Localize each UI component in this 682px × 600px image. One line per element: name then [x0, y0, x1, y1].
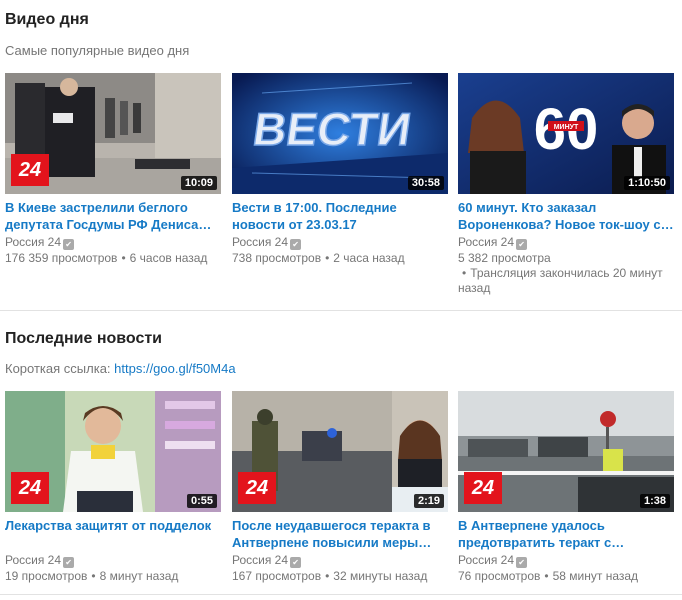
- video-thumbnail[interactable]: 24 10:09: [5, 73, 221, 194]
- dot-separator: •: [462, 266, 467, 280]
- video-thumbnail[interactable]: ВЕСТИ 30:58: [232, 73, 448, 194]
- video-card[interactable]: 24 10:09 В Киеве застрелили беглого депу…: [5, 73, 221, 266]
- video-title-link[interactable]: После неудавшегося теракта в Антверпене …: [232, 517, 448, 551]
- video-meta: 176 359 просмотров • 6 часов назад: [5, 251, 221, 266]
- channel-name-text[interactable]: Россия 24: [458, 235, 514, 249]
- channel-name-text[interactable]: Россия 24: [5, 235, 61, 249]
- video-duration: 1:38: [639, 494, 670, 508]
- check-icon: ✔: [63, 557, 75, 568]
- upload-age: 6 часов назад: [129, 251, 208, 265]
- video-title-link[interactable]: В Антверпене удалось предотвратить терак…: [458, 517, 674, 551]
- video-duration: 30:58: [407, 176, 444, 190]
- channel-name[interactable]: Россия 24 ✔: [232, 553, 448, 568]
- section-subtitle: Самые популярные видео дня: [5, 43, 190, 58]
- video-card[interactable]: 60 МИНУТ 1:10:50 60 минут. Кто заказал В…: [458, 73, 674, 296]
- video-duration: 1:10:50: [624, 176, 670, 190]
- channel-name-text[interactable]: Россия 24: [458, 553, 514, 567]
- video-duration: 10:09: [180, 176, 217, 190]
- video-card[interactable]: 24 0:55 Лекарства защитят от подделок Ро…: [5, 391, 221, 584]
- view-count: 5 382 просмотра: [458, 251, 551, 265]
- check-icon: ✔: [63, 239, 75, 250]
- channel-name[interactable]: Россия 24 ✔: [5, 235, 221, 250]
- channel-name-text[interactable]: Россия 24: [5, 553, 61, 567]
- upload-age: 58 минут назад: [552, 569, 639, 583]
- dot-separator: •: [91, 569, 96, 583]
- section-title: Видео дня: [5, 11, 89, 28]
- section-divider: [0, 594, 682, 595]
- video-card[interactable]: ВЕСТИ 30:58 Вести в 17:00. Последние нов…: [232, 73, 448, 266]
- channel-name[interactable]: Россия 24 ✔: [458, 553, 674, 568]
- video-duration: 0:55: [186, 494, 217, 508]
- dot-separator: •: [325, 569, 330, 583]
- upload-age: Трансляция закончилась 20 минут назад: [458, 266, 663, 295]
- video-thumbnail[interactable]: 24 2:19: [232, 391, 448, 512]
- dot-separator: •: [325, 251, 330, 265]
- upload-age: 8 минут назад: [99, 569, 179, 583]
- video-card[interactable]: 24 1:38 В Антверпене удалось предотврати…: [458, 391, 674, 584]
- check-icon: ✔: [516, 557, 528, 568]
- vesti-logo-text: ВЕСТИ: [250, 103, 414, 155]
- view-count: 167 просмотров: [232, 569, 322, 583]
- video-title-link[interactable]: В Киеве застрелили беглого депутата Госд…: [5, 199, 221, 233]
- video-title-link[interactable]: Лекарства защитят от подделок: [5, 517, 221, 551]
- video-thumbnail[interactable]: 24 0:55: [5, 391, 221, 512]
- video-card[interactable]: 24 2:19 После неудавшегося теракта в Ант…: [232, 391, 448, 584]
- minutes-logo-text: МИНУТ: [554, 124, 579, 131]
- video-meta: 167 просмотров • 32 минуты назад: [232, 569, 448, 584]
- check-icon: ✔: [516, 239, 528, 250]
- channel-logo-24: 24: [11, 472, 49, 504]
- channel-name[interactable]: Россия 24 ✔: [5, 553, 221, 568]
- view-count: 76 просмотров: [458, 569, 541, 583]
- channel-name[interactable]: Россия 24 ✔: [458, 235, 674, 250]
- upload-age: 2 часа назад: [333, 251, 405, 265]
- check-icon: ✔: [290, 557, 302, 568]
- short-link-label: Короткая ссылка:: [5, 361, 115, 376]
- video-thumbnail[interactable]: 24 1:38: [458, 391, 674, 512]
- view-count: 176 359 просмотров: [5, 251, 118, 265]
- channel-name-text[interactable]: Россия 24: [232, 235, 288, 249]
- view-count: 738 просмотров: [232, 251, 322, 265]
- channel-name-text[interactable]: Россия 24: [232, 553, 288, 567]
- video-meta: 19 просмотров • 8 минут назад: [5, 569, 221, 584]
- short-link[interactable]: https://goo.gl/f50M4a: [114, 361, 235, 376]
- channel-logo-24: 24: [464, 472, 502, 504]
- dot-separator: •: [121, 251, 126, 265]
- view-count: 19 просмотров: [5, 569, 88, 583]
- channel-logo-24: 24: [11, 154, 49, 186]
- video-meta: 76 просмотров • 58 минут назад: [458, 569, 674, 584]
- section-title: Последние новости: [5, 330, 163, 347]
- check-icon: ✔: [290, 239, 302, 250]
- video-meta: 5 382 просмотра • Трансляция закончилась 2…: [458, 251, 674, 296]
- video-duration: 2:19: [413, 494, 444, 508]
- upload-age: 32 минуты назад: [333, 569, 428, 583]
- dot-separator: •: [544, 569, 549, 583]
- section-subtitle: Короткая ссылка: https://goo.gl/f50M4a: [5, 361, 236, 376]
- section-divider: [0, 310, 682, 311]
- video-title-link[interactable]: Вести в 17:00. Последние новости от 23.0…: [232, 199, 448, 233]
- video-thumbnail[interactable]: 60 МИНУТ 1:10:50: [458, 73, 674, 194]
- channel-name[interactable]: Россия 24 ✔: [232, 235, 448, 250]
- channel-logo-24: 24: [238, 472, 276, 504]
- video-title-link[interactable]: 60 минут. Кто заказал Вороненкова? Новое…: [458, 199, 674, 233]
- video-meta: 738 просмотров • 2 часа назад: [232, 251, 448, 266]
